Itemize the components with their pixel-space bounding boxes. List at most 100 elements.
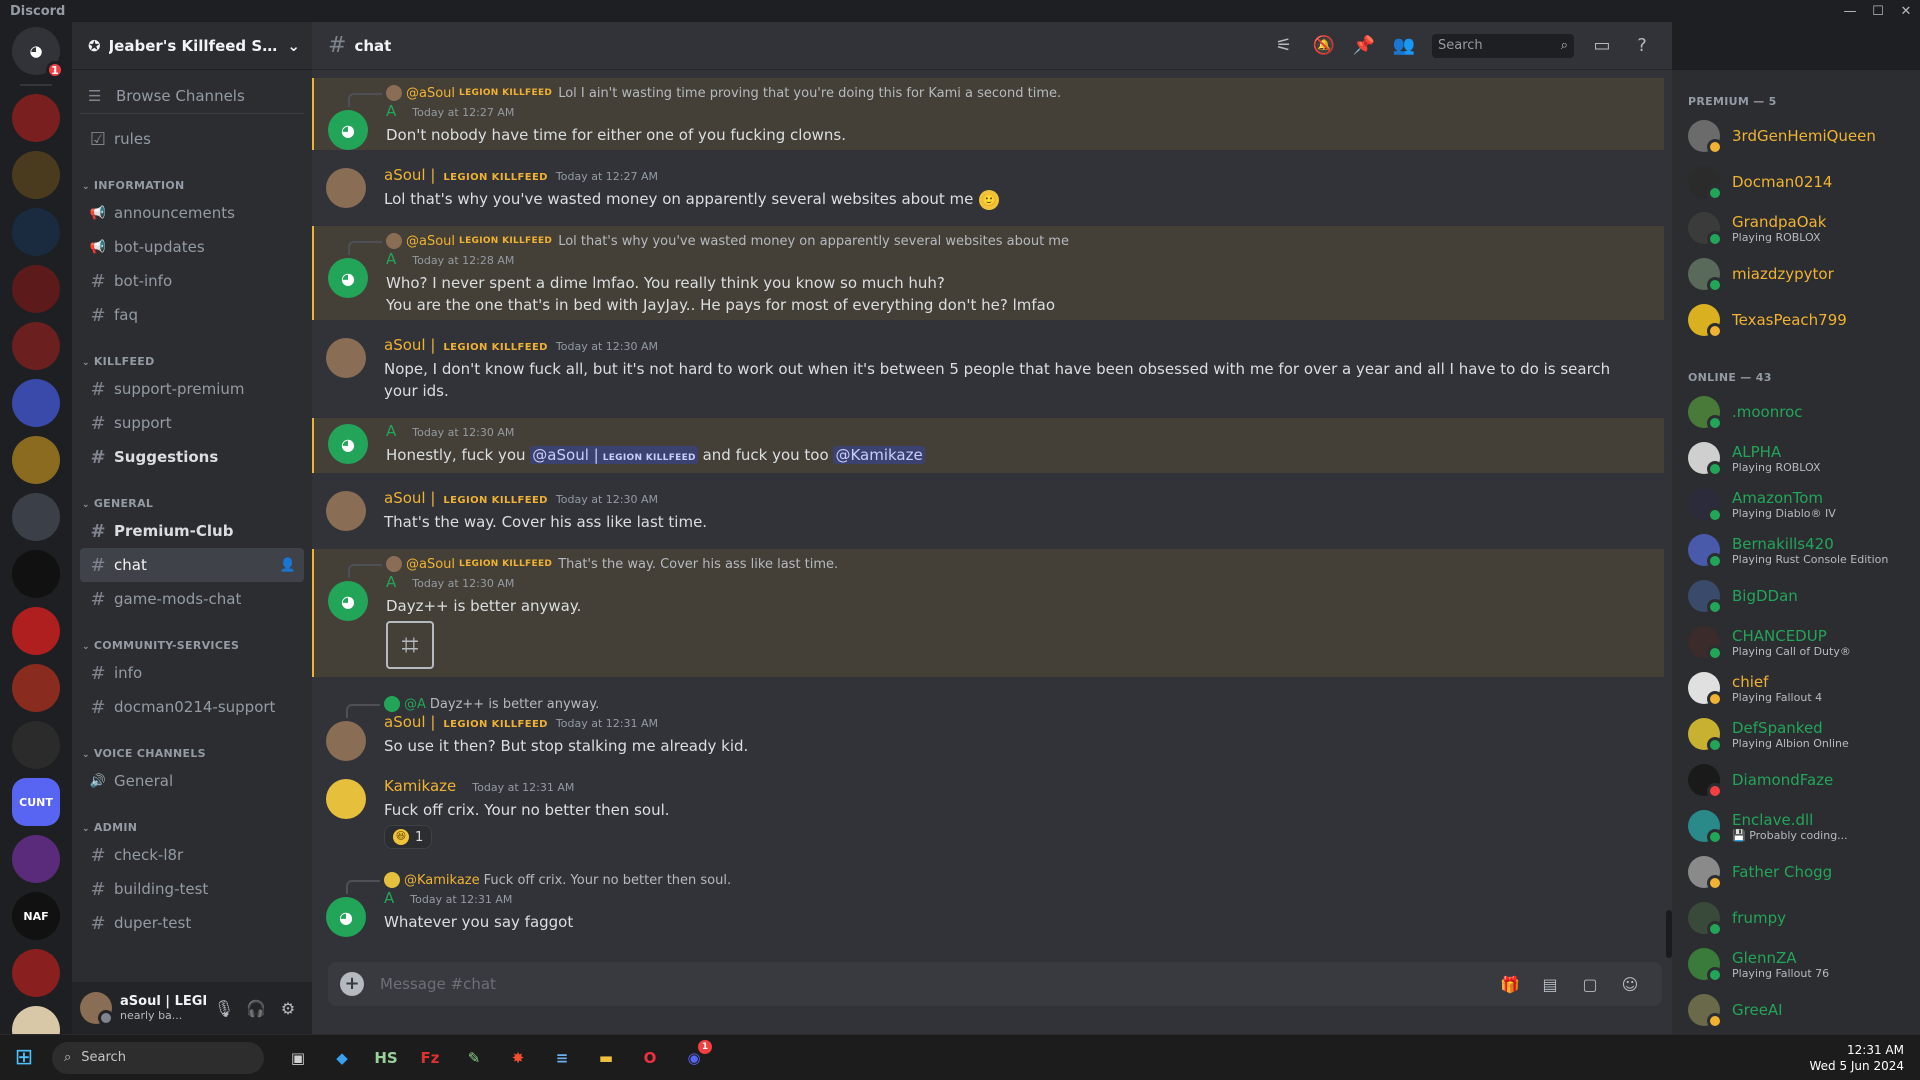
member-item[interactable]: frumpy [1688, 896, 1912, 940]
server-icon-0[interactable]: ◕ 1 [12, 27, 64, 79]
taskbar-search[interactable]: ⌕ Search [52, 1041, 264, 1074]
avatar[interactable]: ◕ [328, 424, 368, 464]
member-item[interactable]: TexasPeach799 [1688, 298, 1912, 342]
server-icon-14[interactable] [12, 835, 60, 883]
threads-icon[interactable]: ⚟ [1264, 35, 1304, 56]
message-author[interactable]: A [386, 102, 396, 120]
member-item[interactable]: Docman0214 [1688, 160, 1912, 204]
channel-rules[interactable]: ☑ rules [80, 122, 304, 156]
message-author[interactable]: A [386, 573, 396, 591]
server-icon-16[interactable] [12, 949, 60, 997]
search-input[interactable]: Search ⌕ [1432, 33, 1574, 58]
server-icon-17[interactable] [12, 1006, 60, 1034]
server-icon-13[interactable]: CUNT [12, 778, 60, 826]
channel-docman0214-support[interactable]: # docman0214-support [80, 690, 304, 724]
microphone-icon[interactable]: 🎙 [208, 999, 240, 1018]
gift-icon[interactable]: 🎁 [1490, 975, 1530, 994]
channel-game-mods-chat[interactable]: # game-mods-chat [80, 582, 304, 616]
taskbar-app-vscode[interactable]: ◆ [320, 1038, 364, 1078]
avatar[interactable] [326, 491, 366, 531]
category-voice-channels[interactable]: ⌄ VOICE CHANNELS [80, 738, 304, 760]
server-icon-10[interactable] [12, 607, 60, 655]
server-icon-11[interactable] [12, 664, 60, 712]
gear-icon[interactable]: ⚙ [272, 999, 304, 1018]
reply-preview[interactable]: @A Dayz++ is better anyway. [346, 695, 1648, 718]
server-icon-6[interactable] [12, 379, 60, 427]
avatar[interactable]: ◕ [328, 258, 368, 298]
taskbar-app-filezilla[interactable]: Fz [408, 1038, 452, 1078]
taskbar-app-opera[interactable]: O [628, 1038, 672, 1078]
channel-faq[interactable]: # faq [80, 298, 304, 332]
avatar[interactable] [326, 338, 366, 378]
notification-bell-icon[interactable]: 🔕 [1304, 35, 1344, 56]
member-item[interactable]: GreeAI [1688, 988, 1912, 1032]
member-item[interactable]: .moonroc [1688, 390, 1912, 434]
member-item[interactable]: miazdzypytor [1688, 252, 1912, 296]
channel-support-premium[interactable]: # support-premium [80, 372, 304, 406]
user-mention[interactable]: @aSoul | LEGION KILLFEED [530, 446, 698, 464]
windows-start-icon[interactable]: ⊞ [0, 1045, 48, 1070]
member-item[interactable]: GlennZA Playing Fallout 76 [1688, 942, 1912, 986]
channel-general[interactable]: 🔊 General [80, 764, 304, 798]
minimize-button[interactable]: — [1836, 4, 1864, 19]
emoji-icon[interactable]: ☺ [1610, 975, 1650, 994]
message-author[interactable]: Kamikaze [384, 777, 456, 795]
message-author[interactable]: A [386, 422, 396, 440]
reply-preview[interactable]: @aSoul LEGION KILLFEED That's the way. Cov… [348, 555, 1648, 578]
category-killfeed[interactable]: ⌄ KILLFEED [80, 346, 304, 368]
taskbar-app-notepad-plus[interactable]: ✎ [452, 1038, 496, 1078]
server-icon-9[interactable] [12, 550, 60, 598]
server-icon-12[interactable] [12, 721, 60, 769]
sticker-icon[interactable]: ▢ [1570, 975, 1610, 994]
taskbar-clock[interactable]: 12:31 AM Wed 5 Jun 2024 [1809, 1042, 1904, 1074]
maximize-button[interactable]: ☐ [1864, 4, 1892, 19]
channel-chat[interactable]: # chat 👤 [80, 548, 304, 582]
avatar[interactable]: ◕ [326, 897, 366, 937]
member-item[interactable]: AmazonTom Playing Diablo® IV [1688, 482, 1912, 526]
message-author[interactable]: aSoul | [384, 166, 435, 184]
taskbar-app-file-explorer[interactable]: ▬ [584, 1038, 628, 1078]
channel-duper-test[interactable]: # duper-test [80, 906, 304, 940]
user-mention[interactable]: @Kamikaze [833, 446, 925, 464]
taskbar-app-hashtab[interactable]: HS [364, 1038, 408, 1078]
server-icon-2[interactable] [12, 151, 60, 199]
close-button[interactable]: ✕ [1892, 4, 1920, 19]
channel-premium-club[interactable]: # Premium-Club [80, 514, 304, 548]
chevron-down-icon[interactable]: ⌄ [287, 37, 300, 55]
member-item[interactable]: BigDDan [1688, 574, 1912, 618]
channel-bot-info[interactable]: # bot-info [80, 264, 304, 298]
channel-building-test[interactable]: # building-test [80, 872, 304, 906]
add-member-icon[interactable]: 👤 [280, 558, 296, 573]
channel-suggestions[interactable]: # Suggestions [80, 440, 304, 474]
server-icon-4[interactable] [12, 265, 60, 313]
pin-icon[interactable]: 📌 [1344, 35, 1384, 56]
member-item[interactable]: DiamondFaze [1688, 758, 1912, 802]
category-admin[interactable]: ⌄ ADMIN [80, 812, 304, 834]
member-item[interactable]: Father Chogg [1688, 850, 1912, 894]
help-icon[interactable]: ? [1622, 35, 1662, 56]
reply-preview[interactable]: @aSoul LEGION KILLFEED Lol I ain't wasting… [348, 84, 1648, 107]
channel-announcements[interactable]: 📢 announcements [80, 196, 304, 230]
member-item[interactable]: 3rdGenHemiQueen [1688, 114, 1912, 158]
category-community-services[interactable]: ⌄ COMMUNITY-SERVICES [80, 630, 304, 652]
inbox-icon[interactable]: ▭ [1582, 35, 1622, 56]
message-author[interactable]: aSoul | [384, 489, 435, 507]
headphones-icon[interactable]: 🎧 [240, 999, 272, 1018]
channel-info[interactable]: # info [80, 656, 304, 690]
taskbar-app-hoppscotch[interactable]: ✸ [496, 1038, 540, 1078]
taskbar-app-discord[interactable]: ◉ 1 [672, 1038, 716, 1078]
add-attachment-button[interactable]: + [340, 972, 364, 996]
message-author[interactable]: aSoul | [384, 336, 435, 354]
member-item[interactable]: Enclave.dll 💾 Probably coding... [1688, 804, 1912, 848]
basketball-hoop-sticker[interactable]: ⌗ [386, 621, 434, 669]
member-item[interactable]: DefSpanked Playing Albion Online [1688, 712, 1912, 756]
server-icon-3[interactable] [12, 208, 60, 256]
message-author[interactable]: A [384, 889, 394, 907]
server-icon-7[interactable] [12, 436, 60, 484]
avatar[interactable] [326, 779, 366, 819]
channel-check-l8r[interactable]: # check-l8r [80, 838, 304, 872]
server-icon-15[interactable]: NAF [12, 892, 60, 940]
avatar[interactable] [326, 168, 366, 208]
server-header[interactable]: ✪ Jeaber's Killfeed Sup... ⌄ [72, 22, 312, 70]
channel-support[interactable]: # support [80, 406, 304, 440]
